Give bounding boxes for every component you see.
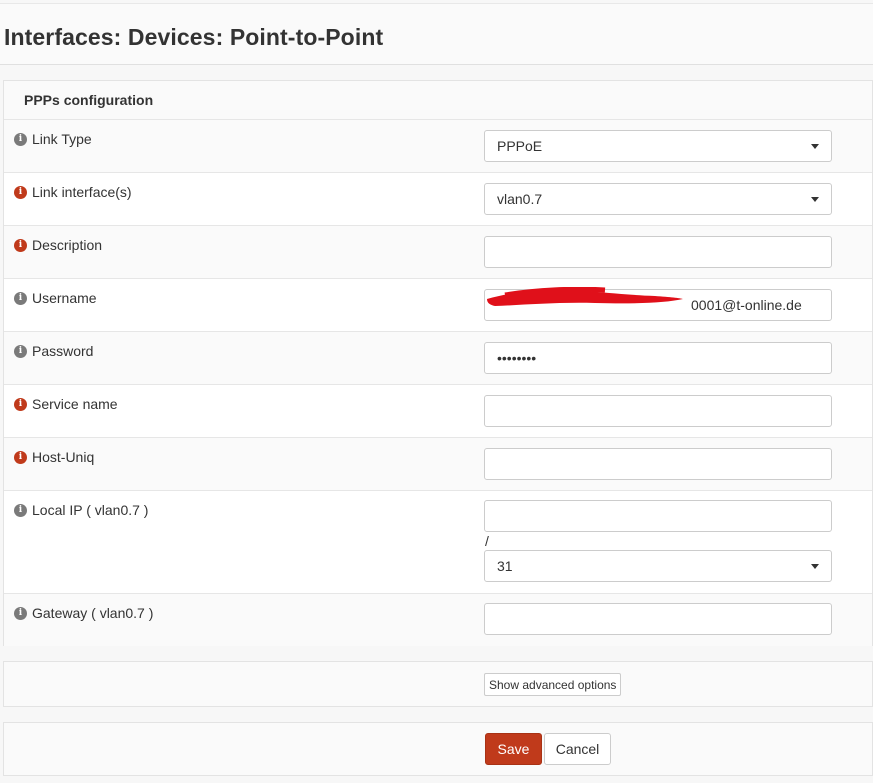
info-icon[interactable]: i [14,450,27,464]
link-type-value: PPPoE [497,138,543,154]
info-icon[interactable]: i [14,397,27,411]
save-button[interactable]: Save [485,733,542,765]
info-icon[interactable]: i [14,503,27,517]
caret-down-icon [811,564,819,569]
subnet-value: 31 [497,558,513,574]
username-value: 0001@t-online.de [691,297,802,313]
advanced-options-bar: Show advanced options [3,661,873,707]
caret-down-icon [811,144,819,149]
show-advanced-options-button[interactable]: Show advanced options [484,673,622,696]
info-icon[interactable]: i [14,606,27,620]
label-link-type: i Link Type [14,131,92,147]
row-service-name: i Service name [4,385,872,438]
link-type-select[interactable]: PPPoE [484,130,832,162]
label-password: i Password [14,343,93,359]
label-gateway: i Gateway ( vlan0.7 ) [14,605,153,621]
label-text: Service name [32,396,118,412]
info-icon[interactable]: i [14,132,27,146]
form-actions-bar: Save Cancel [3,722,873,776]
ppp-config-panel: PPPs configuration i Link Type PPPoE i L… [3,80,873,646]
row-gateway: i Gateway ( vlan0.7 ) [4,594,872,646]
label-service-name: i Service name [14,396,118,412]
page-title: Interfaces: Devices: Point-to-Point [4,24,384,50]
info-icon[interactable]: i [14,344,27,358]
info-icon[interactable]: i [14,291,27,305]
row-link-type: i Link Type PPPoE [4,120,872,173]
panel-title: PPPs configuration [24,92,154,108]
subnet-select[interactable]: 31 [484,550,832,582]
row-password: i Password •••••••• [4,332,872,385]
redaction-scribble [487,287,683,306]
label-text: Password [32,343,94,359]
row-description: i Description [4,226,872,279]
password-input[interactable]: •••••••• [484,342,832,374]
label-text: Link interface(s) [32,184,132,200]
panel-header: PPPs configuration [4,81,872,120]
label-host-uniq: i Host-Uniq [14,449,94,465]
local-ip-input[interactable] [484,500,832,532]
subnet-separator: / [485,533,489,549]
row-link-interfaces: i Link interface(s) vlan0.7 [4,173,872,226]
label-text: Gateway ( vlan0.7 ) [32,605,154,621]
page-header: Interfaces: Devices: Point-to-Point [0,3,873,65]
gateway-input[interactable] [484,603,832,635]
row-local-ip: i Local IP ( vlan0.7 ) / 31 [4,491,872,594]
link-interface-value: vlan0.7 [497,191,543,207]
label-link-interfaces: i Link interface(s) [14,184,132,200]
label-text: Local IP ( vlan0.7 ) [32,502,149,518]
cancel-button[interactable]: Cancel [544,733,611,765]
link-interface-select[interactable]: vlan0.7 [484,183,832,215]
label-text: Username [32,290,97,306]
row-host-uniq: i Host-Uniq [4,438,872,491]
host-uniq-input[interactable] [484,448,832,480]
caret-down-icon [811,197,819,202]
row-username: i Username 0001@t-online.de [4,279,872,332]
label-local-ip: i Local IP ( vlan0.7 ) [14,502,148,518]
label-description: i Description [14,237,102,253]
label-text: Description [32,237,103,253]
label-username: i Username [14,290,97,306]
label-text: Host-Uniq [32,449,95,465]
service-name-input[interactable] [484,395,832,427]
info-icon[interactable]: i [14,238,27,252]
password-value: •••••••• [497,350,537,366]
description-input[interactable] [484,236,832,268]
label-text: Link Type [32,131,92,147]
info-icon[interactable]: i [14,185,27,199]
